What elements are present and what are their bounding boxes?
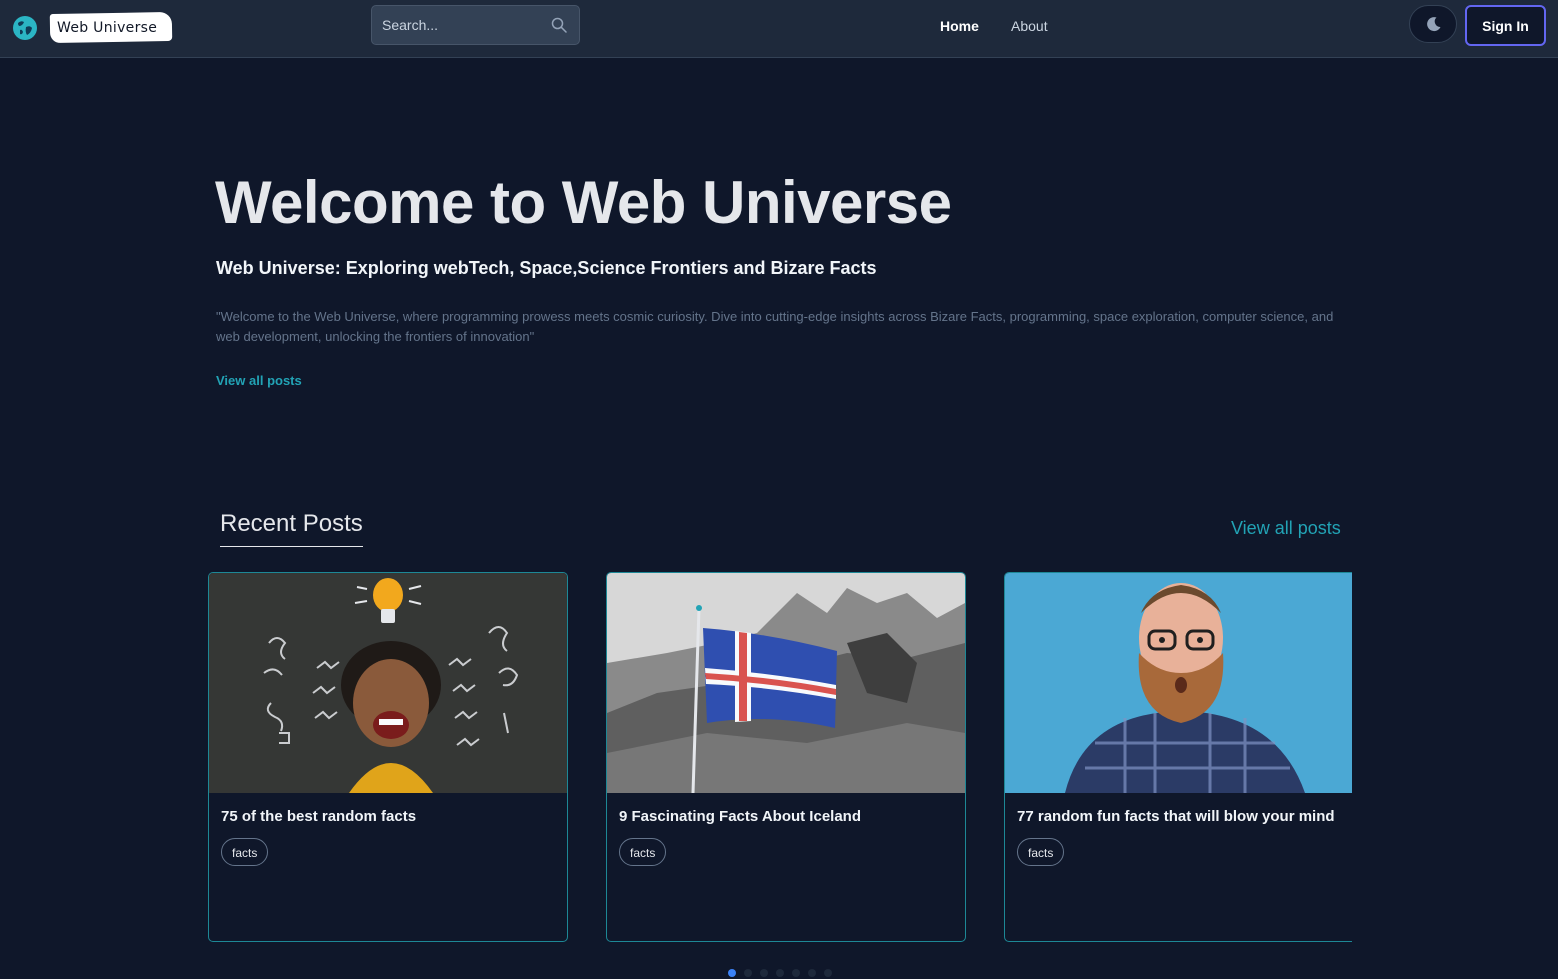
post-tag[interactable]: facts xyxy=(1017,838,1065,866)
nav-home[interactable]: Home xyxy=(940,18,979,34)
theme-toggle-button[interactable] xyxy=(1409,5,1457,43)
post-card[interactable]: 9 Fascinating Facts About Iceland facts xyxy=(606,572,966,942)
sign-in-button[interactable]: Sign In xyxy=(1465,5,1546,46)
post-card[interactable]: 77 random fun facts that will blow your … xyxy=(1004,572,1352,942)
nav-about[interactable]: About xyxy=(1011,18,1048,34)
carousel-dot[interactable] xyxy=(760,969,768,977)
post-title[interactable]: 75 of the best random facts xyxy=(221,808,416,825)
post-image-kid-lightbulb xyxy=(209,573,567,793)
moon-icon xyxy=(1427,17,1441,32)
post-tag[interactable]: facts xyxy=(619,838,667,866)
top-navbar: Web Universe Home About Sign In xyxy=(0,0,1558,58)
recent-posts-title: Recent Posts xyxy=(220,510,363,547)
carousel-dot[interactable] xyxy=(744,969,752,977)
recent-view-all-posts-link[interactable]: View all posts xyxy=(1231,518,1341,539)
search-icon[interactable] xyxy=(551,17,567,33)
carousel-dot[interactable] xyxy=(728,969,736,977)
post-tag[interactable]: facts xyxy=(221,838,269,866)
hero-subtitle: Web Universe: Exploring webTech, Space,S… xyxy=(216,258,877,278)
site-logo[interactable]: Web Universe xyxy=(12,11,173,44)
post-title[interactable]: 77 random fun facts that will blow your … xyxy=(1017,808,1335,825)
globe-icon xyxy=(13,16,37,40)
post-title[interactable]: 9 Fascinating Facts About Iceland xyxy=(619,808,861,825)
carousel-dot[interactable] xyxy=(808,969,816,977)
hero-title: Welcome to Web Universe xyxy=(215,169,952,236)
search-box xyxy=(371,5,580,45)
post-image-iceland-flag xyxy=(607,573,965,793)
hero-description: "Welcome to the Web Universe, where prog… xyxy=(216,309,1334,344)
search-input[interactable] xyxy=(372,6,552,44)
post-image-surprised-man xyxy=(1005,573,1352,793)
logo-text: Web Universe xyxy=(57,20,158,36)
carousel-dot[interactable] xyxy=(792,969,800,977)
recent-posts-carousel: 75 of the best random facts facts 9 Fasc… xyxy=(208,572,1352,942)
carousel-dot[interactable] xyxy=(776,969,784,977)
hero-view-all-posts-link[interactable]: View all posts xyxy=(216,373,302,388)
carousel-dot[interactable] xyxy=(824,969,832,977)
post-card[interactable]: 75 of the best random facts facts xyxy=(208,572,568,942)
